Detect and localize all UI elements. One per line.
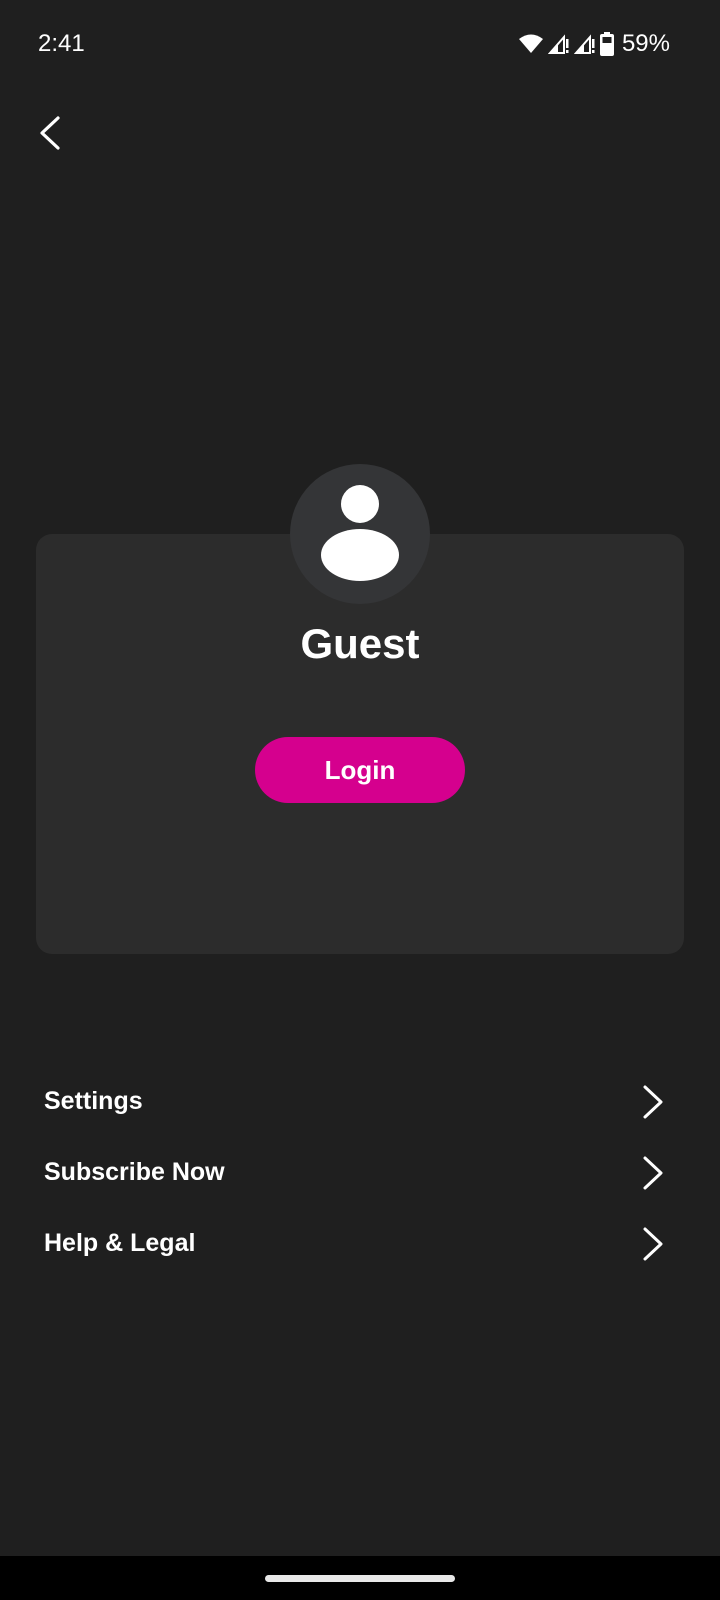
wifi-icon: [518, 33, 544, 55]
signal-icon: [547, 33, 570, 55]
menu-item-subscribe-now[interactable]: Subscribe Now: [0, 1137, 720, 1208]
chevron-left-icon: [36, 115, 62, 156]
signal-icon: [573, 33, 596, 55]
avatar: [290, 464, 430, 604]
menu-item-label: Help & Legal: [44, 1229, 196, 1257]
profile-name: Guest: [300, 620, 420, 667]
home-handle[interactable]: [265, 1575, 455, 1582]
battery-icon: [599, 32, 614, 56]
back-button[interactable]: [26, 112, 72, 158]
menu-item-settings[interactable]: Settings: [0, 1066, 720, 1137]
profile-screen: 2:41 59% Guest Login Settings Subscribe …: [0, 0, 720, 1600]
chevron-right-icon: [638, 1153, 668, 1193]
login-button[interactable]: Login: [255, 737, 465, 803]
menu-item-label: Subscribe Now: [44, 1158, 225, 1186]
chevron-right-icon: [638, 1224, 668, 1264]
menu-item-help-legal[interactable]: Help & Legal: [0, 1208, 720, 1279]
status-icons: 59%: [518, 28, 670, 60]
battery-percent: 59%: [621, 30, 670, 57]
status-bar: 2:41 59%: [0, 0, 720, 90]
menu-list: Settings Subscribe Now Help & Legal: [0, 1066, 720, 1279]
menu-item-label: Settings: [44, 1087, 143, 1115]
status-time: 2:41: [38, 30, 85, 57]
chevron-right-icon: [638, 1082, 668, 1122]
user-avatar-icon: [318, 482, 402, 587]
